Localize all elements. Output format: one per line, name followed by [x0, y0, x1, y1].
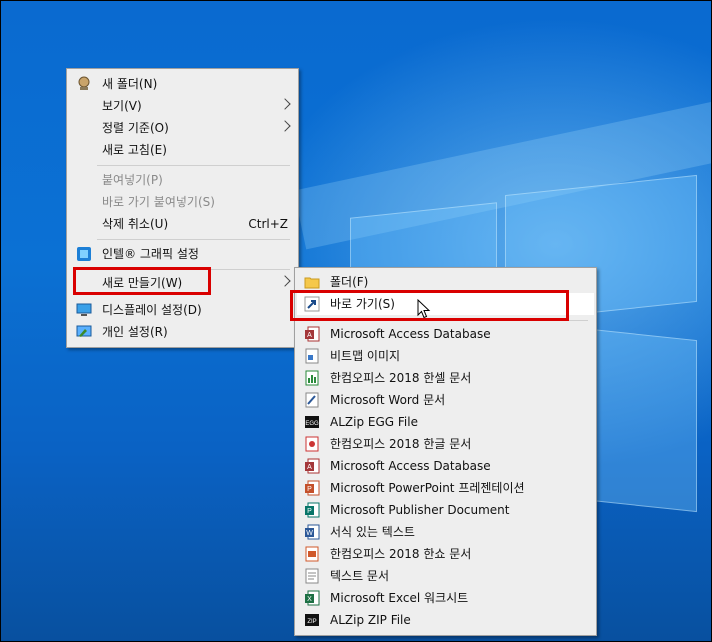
- bitmap-icon: [305, 348, 319, 364]
- zip-file-icon: ZIP: [305, 614, 319, 626]
- menu-item-paste-shortcut: 바로 가기 붙여넣기(S): [69, 191, 296, 213]
- menu-item-label: 디스플레이 설정(D): [102, 303, 202, 317]
- hancell-icon: [305, 370, 319, 386]
- menu-item-shortcut: Ctrl+Z: [248, 217, 288, 231]
- menu-item-label: 바로 가기 붙여넣기(S): [102, 195, 215, 209]
- powerpoint-icon: P: [305, 480, 320, 496]
- submenu-item-label: Microsoft Word 문서: [330, 393, 446, 407]
- submenu-item[interactable]: A Microsoft Access Database: [297, 323, 594, 345]
- submenu-item[interactable]: 한컴오피스 2018 한셀 문서: [297, 367, 594, 389]
- menu-item-paste: 붙여넣기(P): [69, 169, 296, 191]
- menu-item-label: 새로 고침(E): [102, 143, 167, 157]
- rtf-icon: W: [305, 524, 320, 540]
- egg-file-icon: EGG: [305, 416, 319, 428]
- access-icon: A: [305, 326, 320, 342]
- menu-item-undo-delete[interactable]: 삭제 취소(U) Ctrl+Z: [69, 213, 296, 235]
- desktop-context-menu: 새 폴더(N) 보기(V) 정렬 기준(O) 새로 고침(E) 붙여넣기(P) …: [66, 68, 299, 348]
- personalize-icon: [76, 325, 92, 337]
- submenu-item[interactable]: A Microsoft Access Database: [297, 455, 594, 477]
- display-icon: [76, 303, 92, 316]
- submenu-item[interactable]: W 서식 있는 텍스트: [297, 521, 594, 543]
- submenu-item-label: Microsoft Access Database: [330, 327, 491, 341]
- submenu-item-label: 한컴오피스 2018 한셀 문서: [330, 371, 472, 385]
- word-doc-icon: [305, 392, 319, 408]
- menu-item-label: 정렬 기준(O): [102, 121, 169, 135]
- excel-icon: X: [305, 590, 320, 606]
- submenu-item-label: 서식 있는 텍스트: [330, 525, 415, 539]
- mouse-cursor-icon: [417, 299, 431, 319]
- submenu-item-label: ALZip ZIP File: [330, 613, 411, 627]
- intel-graphics-icon: [77, 247, 91, 261]
- submenu-item[interactable]: P Microsoft PowerPoint 프레젠테이션: [297, 477, 594, 499]
- menu-item-view[interactable]: 보기(V): [69, 95, 296, 117]
- submenu-item[interactable]: Microsoft Word 문서: [297, 389, 594, 411]
- submenu-item[interactable]: 한컴오피스 2018 한글 문서: [297, 433, 594, 455]
- submenu-item[interactable]: X Microsoft Excel 워크시트: [297, 587, 594, 609]
- chevron-right-icon: [279, 120, 291, 132]
- submenu-item-label: 비트맵 이미지: [330, 349, 401, 363]
- menu-item-sort-by[interactable]: 정렬 기준(O): [69, 117, 296, 139]
- submenu-item-label: 한컴오피스 2018 한쇼 문서: [330, 547, 472, 561]
- menu-item-label: 개인 설정(R): [102, 325, 168, 339]
- submenu-item[interactable]: P Microsoft Publisher Document: [297, 499, 594, 521]
- text-doc-icon: [305, 568, 319, 584]
- submenu-item-label: Microsoft PowerPoint 프레젠테이션: [330, 481, 525, 495]
- submenu-item[interactable]: 텍스트 문서: [297, 565, 594, 587]
- menu-item-label: 붙여넣기(P): [102, 173, 163, 187]
- svg-text:P: P: [307, 508, 312, 515]
- menu-item-refresh[interactable]: 새로 고침(E): [69, 139, 296, 161]
- hanshow-icon: [305, 546, 319, 562]
- new-folder-icon: [78, 76, 90, 90]
- folder-icon: [304, 277, 320, 289]
- submenu-item-label: Microsoft Publisher Document: [330, 503, 510, 517]
- submenu-item-label: Microsoft Access Database: [330, 459, 491, 473]
- publisher-icon: P: [305, 502, 320, 518]
- submenu-item-label: 텍스트 문서: [330, 569, 390, 583]
- chevron-right-icon: [279, 275, 291, 287]
- menu-item-label: 삭제 취소(U): [102, 217, 169, 231]
- svg-text:A: A: [307, 464, 312, 471]
- menu-item-label: 새 폴더(N): [102, 77, 158, 91]
- menu-item-intel-graphics[interactable]: 인텔® 그래픽 설정: [69, 243, 296, 265]
- svg-text:A: A: [307, 332, 312, 339]
- access-icon: A: [305, 458, 320, 474]
- submenu-item[interactable]: 한컴오피스 2018 한쇼 문서: [297, 543, 594, 565]
- submenu-item-label: ALZip EGG File: [330, 415, 418, 429]
- submenu-item[interactable]: ZIP ALZip ZIP File: [297, 609, 594, 631]
- menu-separator: [97, 165, 290, 166]
- svg-text:W: W: [306, 530, 313, 537]
- menu-item-label: 보기(V): [102, 99, 142, 113]
- new-submenu: 폴더(F) 바로 가기(S) A Microsoft Access Databa…: [294, 267, 597, 636]
- svg-text:P: P: [307, 486, 312, 493]
- menu-item-display-settings[interactable]: 디스플레이 설정(D): [69, 299, 296, 321]
- chevron-right-icon: [279, 98, 291, 110]
- hwp-icon: [305, 436, 319, 452]
- submenu-item[interactable]: EGG ALZip EGG File: [297, 411, 594, 433]
- menu-item-personalize[interactable]: 개인 설정(R): [69, 321, 296, 343]
- menu-separator: [97, 239, 290, 240]
- highlight-new-item: [73, 267, 211, 295]
- svg-text:ZIP: ZIP: [307, 619, 316, 625]
- svg-text:X: X: [307, 596, 312, 603]
- menu-item-label: 인텔® 그래픽 설정: [102, 247, 199, 261]
- submenu-item-label: 한컴오피스 2018 한글 문서: [330, 437, 472, 451]
- submenu-item[interactable]: 비트맵 이미지: [297, 345, 594, 367]
- svg-text:EGG: EGG: [305, 421, 319, 427]
- submenu-item-label: Microsoft Excel 워크시트: [330, 591, 469, 605]
- menu-item-new-folder[interactable]: 새 폴더(N): [69, 73, 296, 95]
